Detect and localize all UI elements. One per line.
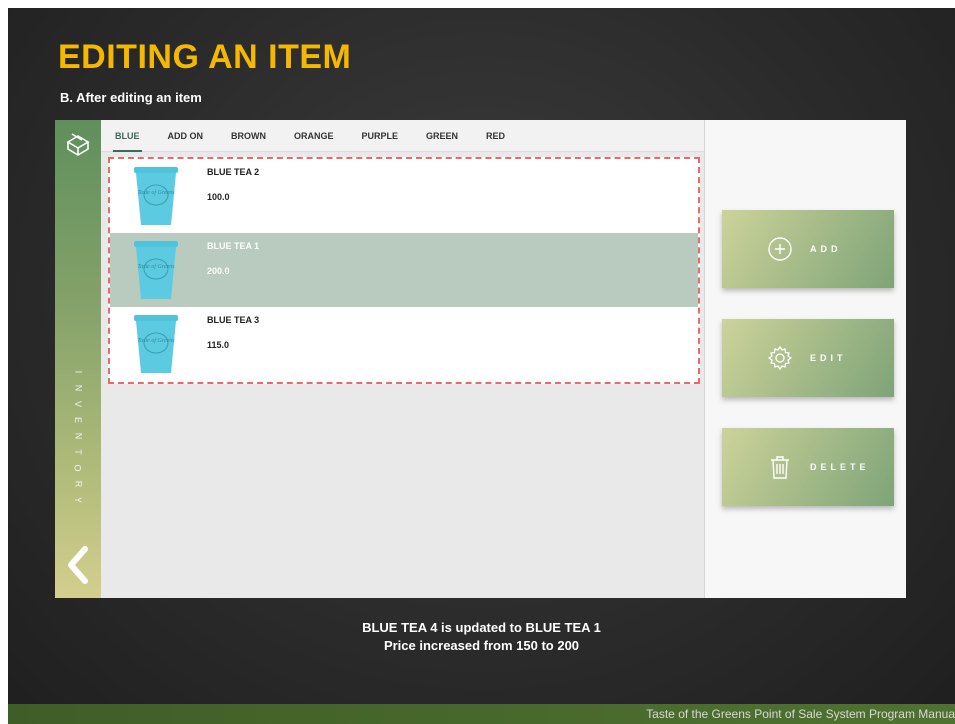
tea-cup-image: Taste of Greens bbox=[134, 167, 178, 225]
pos-app-window: I N V E N T O R Y BLUE ADD ON BROWN ORAN… bbox=[55, 120, 906, 598]
delete-button-label: DELETE bbox=[810, 462, 870, 472]
item-row-blue-tea-1[interactable]: Taste of Greens BLUE TEA 1 200.0 bbox=[110, 233, 698, 307]
slide-title: EDITING AN ITEM bbox=[58, 38, 352, 76]
add-button[interactable]: ADD bbox=[722, 210, 894, 288]
tab-red[interactable]: RED bbox=[486, 120, 505, 152]
item-price: 100.0 bbox=[207, 192, 230, 202]
item-price: 115.0 bbox=[207, 340, 230, 350]
inventory-vertical-label: I N V E N T O R Y bbox=[72, 370, 83, 506]
item-price: 200.0 bbox=[207, 266, 230, 276]
slide: EDITING AN ITEM B. After editing an item… bbox=[8, 8, 955, 724]
svg-text:Taste of Greens: Taste of Greens bbox=[137, 263, 175, 270]
gear-icon bbox=[767, 345, 793, 371]
item-name: BLUE TEA 3 bbox=[207, 315, 260, 325]
footer-bar: Taste of the Greens Point of Sale System… bbox=[8, 704, 955, 724]
item-name: BLUE TEA 1 bbox=[207, 241, 260, 251]
add-button-label: ADD bbox=[810, 244, 842, 254]
edit-button-label: EDIT bbox=[810, 353, 847, 363]
tab-blue[interactable]: BLUE bbox=[113, 120, 141, 152]
trash-icon bbox=[771, 456, 789, 479]
plus-circle-icon bbox=[768, 237, 792, 261]
edit-button[interactable]: EDIT bbox=[722, 319, 894, 397]
item-name: BLUE TEA 2 bbox=[207, 167, 260, 177]
item-row-blue-tea-3[interactable]: Taste of Greens BLUE TEA 3 115.0 bbox=[110, 307, 698, 381]
back-chevron-icon[interactable] bbox=[63, 545, 93, 585]
delete-button[interactable]: DELETE bbox=[722, 428, 894, 506]
slide-subtitle: B. After editing an item bbox=[60, 90, 202, 105]
side-nav: I N V E N T O R Y bbox=[55, 120, 101, 598]
svg-text:Taste of Greens: Taste of Greens bbox=[137, 189, 175, 196]
tab-add-on[interactable]: ADD ON bbox=[168, 120, 204, 152]
tea-cup-image: Taste of Greens bbox=[134, 315, 178, 373]
tea-cup-image: Taste of Greens bbox=[134, 241, 178, 299]
item-row-blue-tea-2[interactable]: Taste of Greens BLUE TEA 2 100.0 bbox=[110, 159, 698, 233]
tab-purple[interactable]: PURPLE bbox=[362, 120, 399, 152]
item-list: Taste of Greens BLUE TEA 2 100.0 Taste o… bbox=[108, 157, 700, 384]
tab-green[interactable]: GREEN bbox=[426, 120, 458, 152]
svg-text:Taste of Greens: Taste of Greens bbox=[137, 337, 175, 344]
action-panel: ADD EDIT DELETE bbox=[704, 120, 906, 598]
tab-brown[interactable]: BROWN bbox=[231, 120, 266, 152]
category-tabs: BLUE ADD ON BROWN ORANGE PURPLE GREEN RE… bbox=[101, 120, 704, 152]
caption-line-1: BLUE TEA 4 is updated to BLUE TEA 1 bbox=[362, 620, 601, 635]
inventory-box-icon[interactable] bbox=[64, 130, 92, 158]
footer-text: Taste of the Greens Point of Sale System… bbox=[646, 707, 955, 721]
tab-orange[interactable]: ORANGE bbox=[294, 120, 334, 152]
caption-line-2: Price increased from 150 to 200 bbox=[383, 638, 580, 653]
